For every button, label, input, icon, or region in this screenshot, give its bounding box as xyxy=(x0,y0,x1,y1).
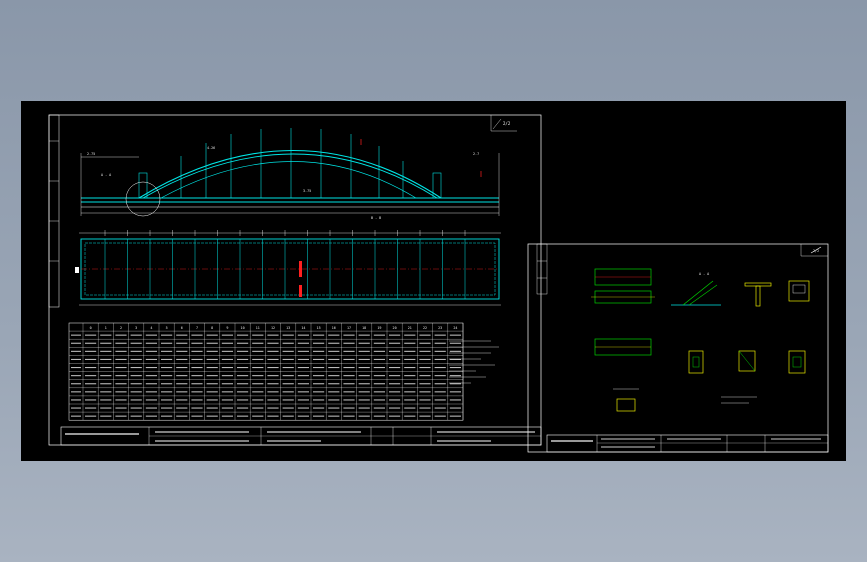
table-header-cell: 15 xyxy=(317,326,321,330)
table-header-cell: 21 xyxy=(408,326,412,330)
sheet-2-border xyxy=(527,243,829,453)
table-header-cell: 17 xyxy=(347,326,351,330)
bridge-elevation: 2.75 2.7 4.26 3.75 A - A B - B xyxy=(80,128,500,220)
table-header-cell: 13 xyxy=(286,326,290,330)
bridge-plan xyxy=(75,230,501,306)
dim-upper-left: 2.75 xyxy=(87,152,95,156)
table-header-cell: 0 xyxy=(90,326,92,330)
table-header-cell: 2 xyxy=(120,326,122,330)
table-header-cell: 9 xyxy=(226,326,228,330)
table-header-cell: 23 xyxy=(438,326,442,330)
dim-upper-right: 2.7 xyxy=(473,152,479,156)
table-header-cell: 18 xyxy=(362,326,366,330)
table-header-cell: 6 xyxy=(181,326,183,330)
section-a-marker: A - A xyxy=(101,173,111,177)
sheet-2-section-a: A - A xyxy=(699,272,709,276)
title-block xyxy=(60,426,542,446)
table-header-cell: 14 xyxy=(301,326,305,330)
sheet-1: 2/2 2.75 2.7 4.26 3.75 A - A B - B 0 1 2… xyxy=(48,114,542,446)
sheet-1-corner-mark: 2/2 xyxy=(503,121,511,126)
table-header-cell: 20 xyxy=(393,326,397,330)
table-header-cell: 22 xyxy=(423,326,427,330)
cad-drawing: 2/2 2.75 2.7 4.26 3.75 A - A B - B 0 1 2… xyxy=(48,114,829,453)
span-label: 3.75 xyxy=(303,189,311,193)
sheet-1-left-strip xyxy=(48,114,60,308)
table-header-cell: 24 xyxy=(453,326,457,330)
dimension-label: 4.26 xyxy=(207,146,215,150)
data-table: 0 1 2 3 4 5 6 7 8 9 10 11 12 13 14 15 16 17 18 19 20 21 22 23 24 xyxy=(68,322,464,421)
sheet-1-border xyxy=(48,114,542,446)
table-header-cell: 3 xyxy=(135,326,137,330)
table-header-cell: 8 xyxy=(211,326,213,330)
table-header-cell: 11 xyxy=(256,326,260,330)
table-header-cell: 12 xyxy=(271,326,275,330)
sheet-2: 2/2 A - A xyxy=(527,243,829,453)
table-header-cell: 5 xyxy=(166,326,168,330)
table-header-cell: 1 xyxy=(105,326,107,330)
sheet-2-corner-mark: 2/2 xyxy=(813,249,819,253)
table-header-cell: 16 xyxy=(332,326,336,330)
cad-drawing-canvas[interactable]: 2/2 2.75 2.7 4.26 3.75 A - A B - B 0 1 2… xyxy=(21,101,846,461)
table-header-cell: 4 xyxy=(150,326,152,330)
table-header-cell: 19 xyxy=(377,326,381,330)
table-header-cell: 7 xyxy=(196,326,198,330)
section-b-marker: B - B xyxy=(371,216,381,220)
table-header-cell: 10 xyxy=(241,326,245,330)
